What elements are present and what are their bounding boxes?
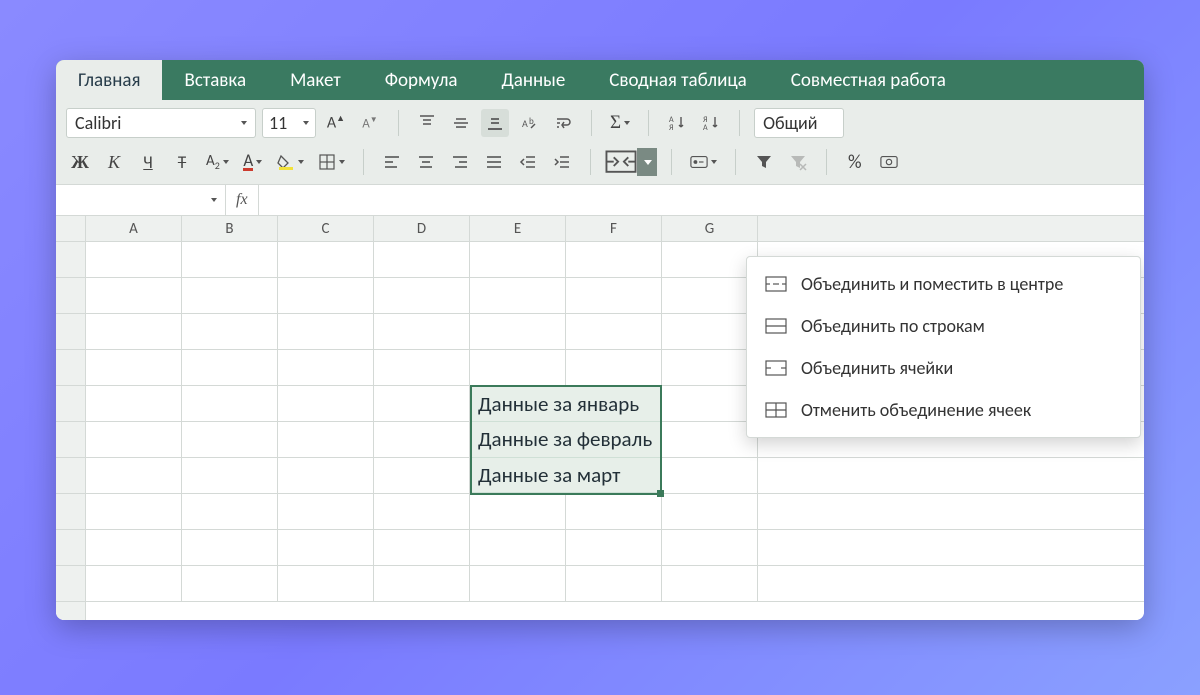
column-header[interactable]: B [182,216,278,241]
column-header-rest [758,216,1144,241]
column-headers: A B C D E F G [56,216,1144,242]
merge-center-item[interactable]: Объединить и поместить в центре [747,263,1140,305]
indent-decrease-icon[interactable] [514,148,542,176]
tab-layout[interactable]: Макет [268,60,363,100]
currency-button[interactable] [875,148,903,176]
font-name-select[interactable]: Calibri [66,108,256,138]
app-window: Главная Вставка Макет Формула Данные Сво… [56,60,1144,620]
align-middle-icon[interactable] [447,109,475,137]
font-size-value: 11 [269,112,287,134]
merge-dropdown-menu: Объединить и поместить в центре Объедини… [746,256,1141,438]
formula-bar: fx [56,184,1144,216]
tab-collab[interactable]: Совместная работа [769,60,968,100]
align-bottom-icon[interactable] [481,109,509,137]
borders-button[interactable] [314,148,349,176]
column-header[interactable]: F [566,216,662,241]
unmerge-cells-item[interactable]: Отменить объединение ячеек [747,389,1140,431]
merged-cell[interactable]: Данные за март [472,458,660,493]
orientation-button[interactable]: Ab [515,109,543,137]
column-header[interactable]: D [374,216,470,241]
tab-pivot[interactable]: Сводная таблица [587,60,768,100]
cell-styles-button[interactable] [686,148,721,176]
svg-text:A: A [522,117,528,130]
row-headers [56,242,86,620]
tab-insert[interactable]: Вставка [162,60,268,100]
tab-data[interactable]: Данные [480,60,588,100]
toolbar-row-1: Calibri 11 A▲ A▼ Ab Σ АЯ ЯА [66,108,1134,138]
filter-icon[interactable] [750,148,778,176]
column-header[interactable]: G [662,216,758,241]
align-justify-icon[interactable] [480,148,508,176]
sort-desc-icon[interactable]: ЯА [697,109,725,137]
select-all-corner[interactable] [56,216,86,241]
wrap-text-button[interactable] [549,109,577,137]
font-color-button[interactable]: A [239,148,267,176]
selected-range[interactable]: Данные за январь Данные за февраль Данны… [470,385,662,495]
svg-text:Я: Я [669,123,673,132]
merged-cell[interactable]: Данные за февраль [472,422,660,457]
underline-button[interactable]: Ч [134,148,162,176]
strike-button[interactable]: Т [168,148,196,176]
column-header[interactable]: C [278,216,374,241]
ribbon-toolbar: Calibri 11 A▲ A▼ Ab Σ АЯ ЯА [56,100,1144,184]
merge-dropdown-toggle[interactable] [637,148,657,176]
toolbar-row-2: Ж К Ч Т A2 A [66,148,1134,176]
fill-color-button[interactable] [273,148,308,176]
fill-handle[interactable] [657,490,664,497]
number-format-select[interactable]: Общий [754,108,844,138]
name-box[interactable] [56,185,226,215]
italic-button[interactable]: К [100,148,128,176]
column-header[interactable]: A [86,216,182,241]
merge-cells-button[interactable] [605,148,637,176]
font-size-select[interactable]: 11 [262,108,316,138]
svg-text:А: А [703,123,708,132]
sort-asc-icon[interactable]: АЯ [663,109,691,137]
merge-cells-splitbutton[interactable] [605,148,657,176]
font-increase-button[interactable]: A▲ [322,109,350,137]
merged-cell[interactable]: Данные за январь [472,387,660,422]
tab-formula[interactable]: Формула [363,60,480,100]
number-format-value: Общий [763,112,817,134]
merge-cells-item[interactable]: Объединить ячейки [747,347,1140,389]
tab-home[interactable]: Главная [56,60,162,100]
percent-button[interactable]: % [841,148,869,176]
align-top-icon[interactable] [413,109,441,137]
font-name-value: Calibri [75,112,121,134]
align-left-icon[interactable] [378,148,406,176]
clear-filter-icon[interactable] [784,148,812,176]
align-right-icon[interactable] [446,148,474,176]
autosum-icon[interactable]: Σ [606,109,634,137]
align-center-icon[interactable] [412,148,440,176]
bold-button[interactable]: Ж [66,148,94,176]
font-decrease-button[interactable]: A▼ [356,109,384,137]
column-header[interactable]: E [470,216,566,241]
subscript-button[interactable]: A2 [202,148,233,176]
indent-increase-icon[interactable] [548,148,576,176]
ribbon-tabbar: Главная Вставка Макет Формула Данные Сво… [56,60,1144,100]
merge-across-item[interactable]: Объединить по строкам [747,305,1140,347]
fx-label: fx [226,185,259,215]
